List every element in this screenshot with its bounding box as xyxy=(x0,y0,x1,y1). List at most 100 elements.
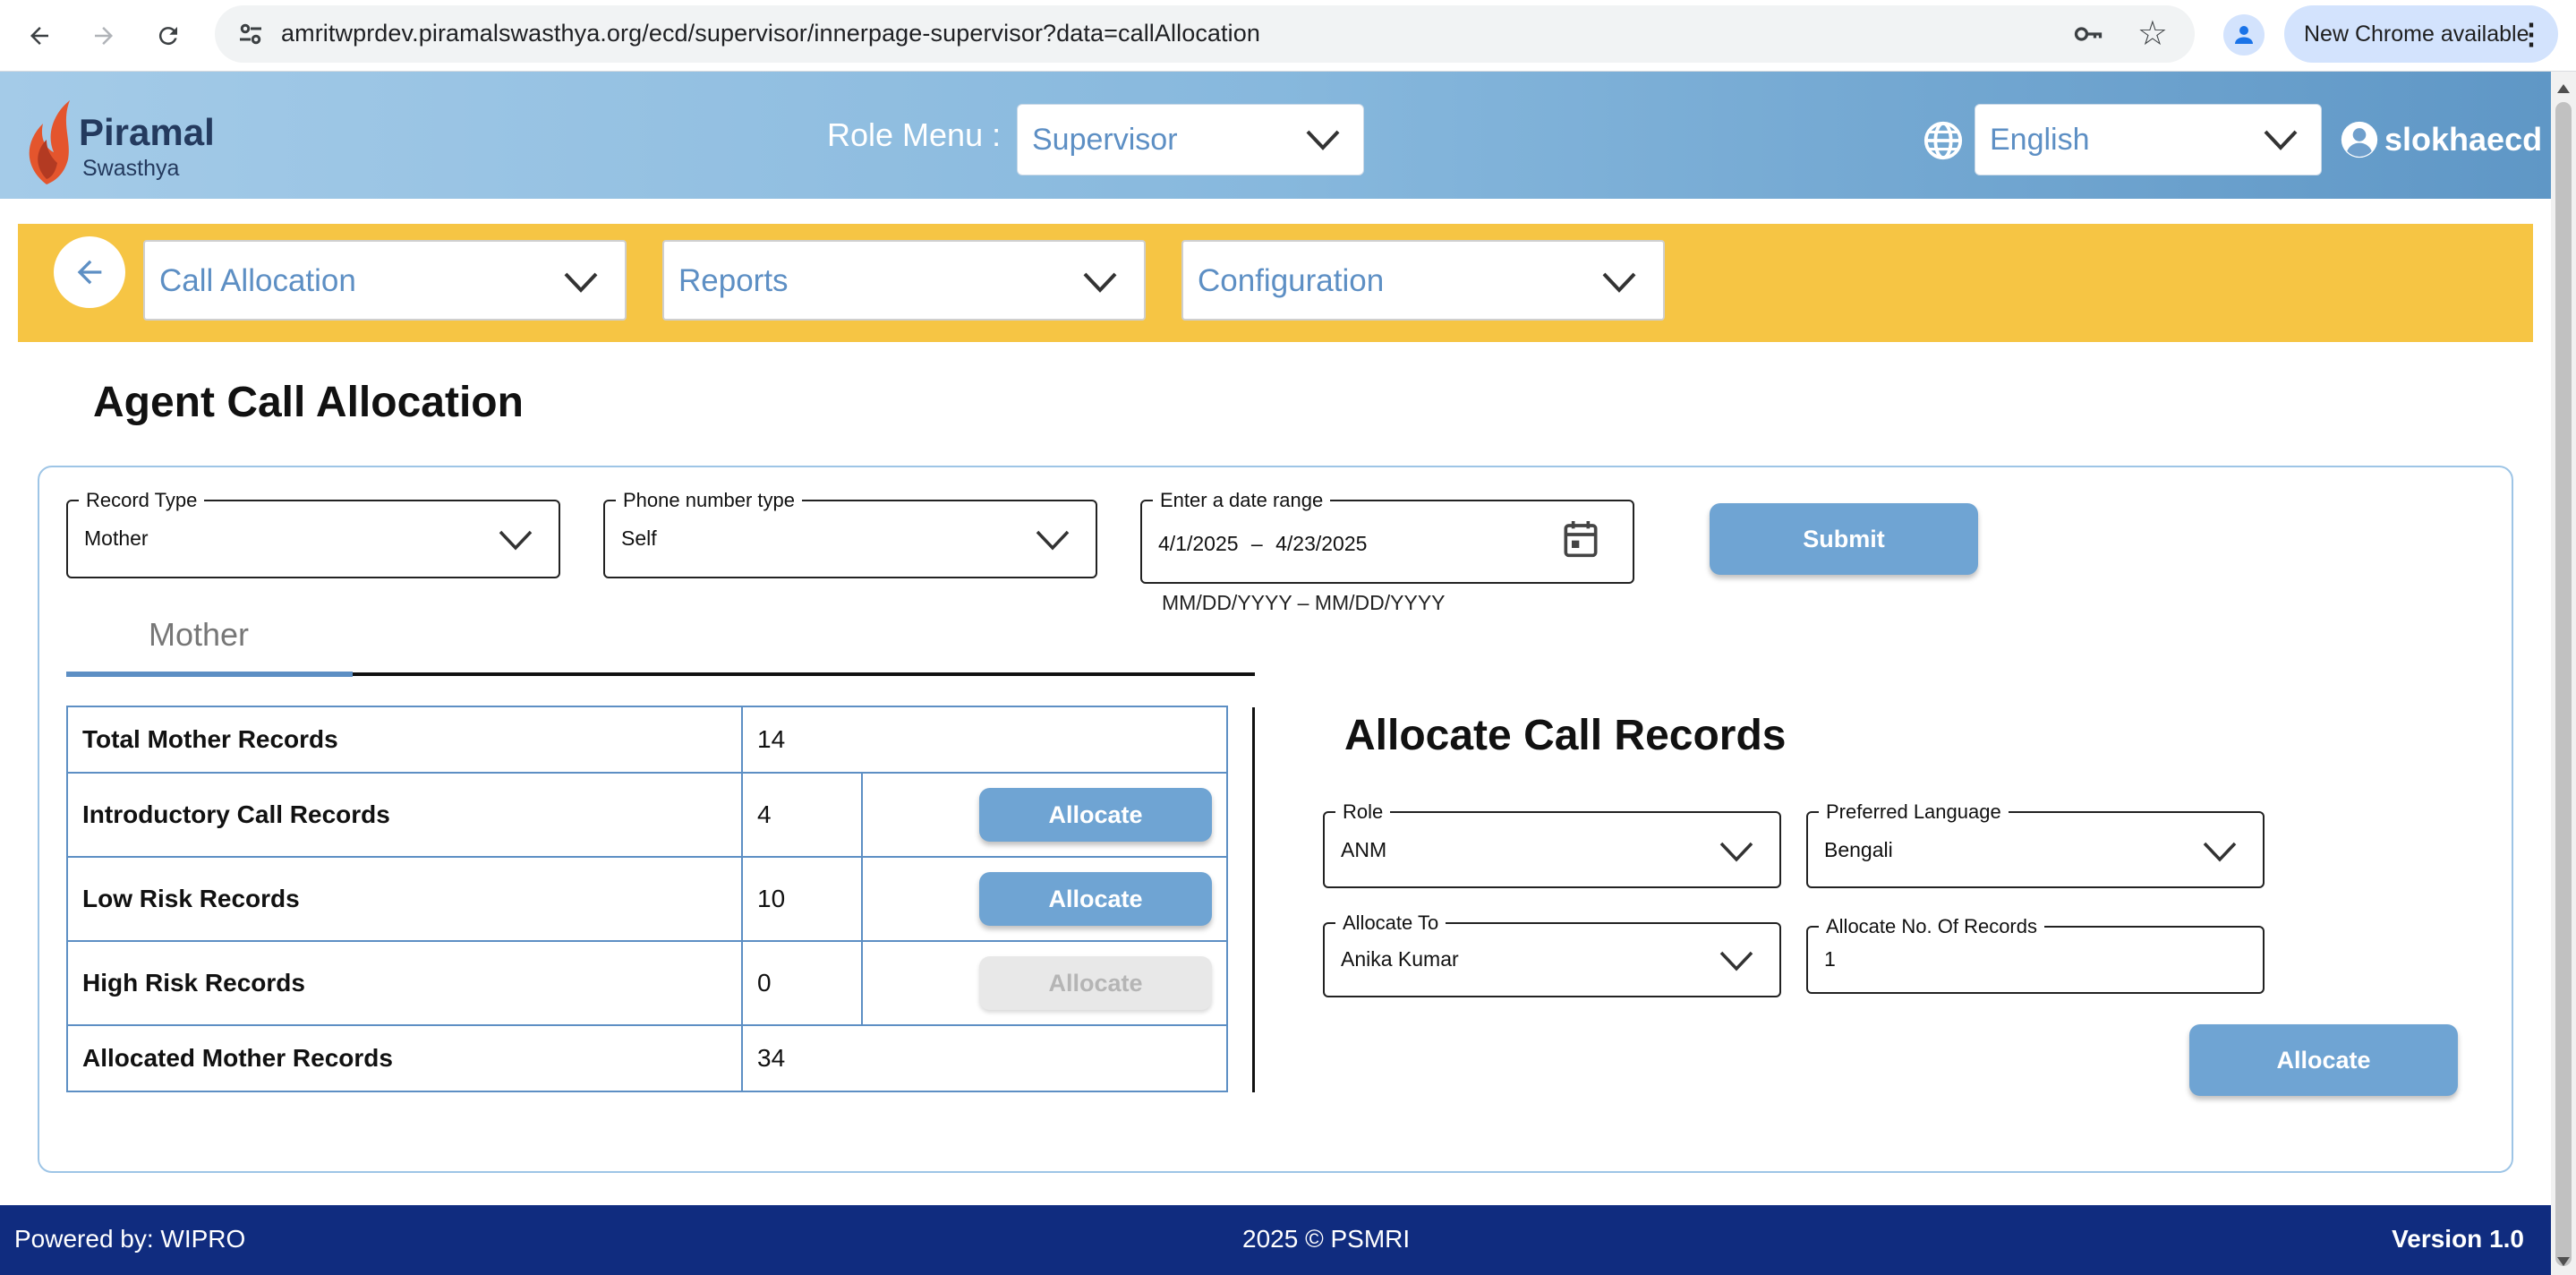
allocate-count-value: 1 xyxy=(1824,947,1836,971)
footer-version: Version 1.0 xyxy=(2392,1225,2524,1253)
configuration-menu[interactable]: Configuration xyxy=(1181,240,1665,321)
role-select-value: Supervisor xyxy=(1032,123,1178,157)
username: slokhaecd xyxy=(2384,121,2543,158)
forward-arrow-icon[interactable] xyxy=(84,16,124,56)
page-title: Agent Call Allocation xyxy=(93,379,524,426)
module-menu-bar: Call Allocation Reports Configuration xyxy=(18,224,2533,342)
allocate-count-input[interactable]: Allocate No. Of Records 1 xyxy=(1806,915,2265,994)
row-value: 10 xyxy=(741,856,863,942)
chevron-down-icon xyxy=(1719,951,1753,971)
menu-label: Reports xyxy=(678,263,789,298)
allocate-to-value: Anika Kumar xyxy=(1341,947,1459,971)
allocate-submit-button[interactable]: Allocate xyxy=(2189,1024,2458,1096)
piramal-logo: Piramal Swasthya xyxy=(20,93,217,192)
url-text: amritwprdev.piramalswasthya.org/ecd/supe… xyxy=(281,20,1260,47)
tab-mother-label: Mother xyxy=(149,616,250,653)
tab-divider xyxy=(353,672,1255,676)
chevron-down-icon xyxy=(1719,842,1753,862)
chevron-down-icon xyxy=(2264,130,2298,150)
back-arrow-icon[interactable] xyxy=(20,16,59,56)
table-row: High Risk Records 0 Allocate xyxy=(66,940,1228,1026)
brand-name: Piramal xyxy=(79,111,215,153)
role-menu-label: Role Menu : xyxy=(827,116,1002,153)
menu-label: Configuration xyxy=(1198,263,1385,298)
date-end: 4/23/2025 xyxy=(1275,532,1368,555)
chrome-update-button[interactable]: New Chrome available ⋮ xyxy=(2284,5,2558,63)
allocate-introductory-button[interactable]: Allocate xyxy=(979,788,1212,842)
vertical-divider xyxy=(1252,707,1255,1092)
allocate-to-label: Allocate To xyxy=(1335,911,1446,935)
row-action-cell: Allocate xyxy=(861,940,1228,1026)
preferred-language-label: Preferred Language xyxy=(1819,800,2009,824)
address-bar[interactable]: amritwprdev.piramalswasthya.org/ecd/supe… xyxy=(215,5,2195,63)
record-type-select[interactable]: Record Type Mother xyxy=(66,489,560,578)
allocate-high-risk-button[interactable]: Allocate xyxy=(979,956,1212,1010)
page-scrollbar[interactable] xyxy=(2551,72,2576,1275)
table-row: Allocated Mother Records 34 xyxy=(66,1024,1228,1092)
more-menu-icon[interactable]: ⋮ xyxy=(2517,16,2546,52)
call-allocation-menu[interactable]: Call Allocation xyxy=(143,240,627,321)
back-button[interactable] xyxy=(54,236,125,308)
bookmark-star-icon[interactable]: ☆ xyxy=(2137,14,2168,54)
password-key-icon[interactable] xyxy=(2071,18,2105,50)
flame-logo-icon xyxy=(29,100,70,184)
row-label: Total Mother Records xyxy=(66,706,743,774)
date-range-field[interactable]: Enter a date range 4/1/2025 – 4/23/2025 xyxy=(1140,489,1634,584)
submit-button[interactable]: Submit xyxy=(1710,503,1978,575)
row-action-cell: Allocate xyxy=(861,856,1228,942)
browser-toolbar: amritwprdev.piramalswasthya.org/ecd/supe… xyxy=(0,0,2576,72)
row-label: Introductory Call Records xyxy=(66,772,743,858)
table-row: Introductory Call Records 4 Allocate xyxy=(66,772,1228,858)
row-value: 14 xyxy=(741,706,1228,774)
tab-mother[interactable]: Mother xyxy=(66,609,353,677)
row-value: 4 xyxy=(741,772,863,858)
row-action-cell: Allocate xyxy=(861,772,1228,858)
scroll-up-arrow-icon[interactable] xyxy=(2557,84,2570,93)
role-label: Role xyxy=(1335,800,1391,824)
allocate-section-title: Allocate Call Records xyxy=(1344,712,1787,759)
chevron-down-icon xyxy=(1306,130,1340,150)
chevron-down-icon xyxy=(2203,842,2237,862)
role-select[interactable]: Supervisor xyxy=(1017,104,1364,175)
row-label: Allocated Mother Records xyxy=(66,1024,743,1092)
row-value: 0 xyxy=(741,940,863,1026)
chevron-down-icon xyxy=(1036,530,1070,551)
user-account-icon xyxy=(2341,121,2378,158)
chevron-down-icon xyxy=(564,272,598,293)
preferred-language-select[interactable]: Preferred Language Bengali xyxy=(1806,800,2265,888)
date-range-value: 4/1/2025 – 4/23/2025 xyxy=(1158,532,1367,556)
arrow-left-icon xyxy=(77,260,102,285)
date-start: 4/1/2025 xyxy=(1158,532,1239,555)
scrollbar-thumb[interactable] xyxy=(2555,102,2572,1266)
chevron-down-icon xyxy=(499,530,533,551)
phone-number-type-label: Phone number type xyxy=(616,489,803,512)
calendar-icon[interactable] xyxy=(1563,519,1599,559)
date-range-label: Enter a date range xyxy=(1153,489,1331,512)
row-label: Low Risk Records xyxy=(66,856,743,942)
record-type-label: Record Type xyxy=(79,489,205,512)
record-type-value: Mother xyxy=(84,526,149,550)
allocate-count-label: Allocate No. Of Records xyxy=(1819,915,2044,938)
row-value: 34 xyxy=(741,1024,1228,1092)
phone-number-type-select[interactable]: Phone number type Self xyxy=(603,489,1097,578)
allocate-to-select[interactable]: Allocate To Anika Kumar xyxy=(1323,911,1781,997)
row-label: High Risk Records xyxy=(66,940,743,1026)
brand-subtitle: Swasthya xyxy=(82,156,180,181)
site-settings-icon[interactable] xyxy=(235,18,267,50)
table-row: Total Mother Records 14 xyxy=(66,706,1228,774)
date-format-hint: MM/DD/YYYY – MM/DD/YYYY xyxy=(1162,591,1446,614)
role-value: ANM xyxy=(1341,838,1387,861)
app-header: Piramal Swasthya Role Menu : Supervisor … xyxy=(0,72,2551,202)
footer-powered-by: Powered by: WIPRO xyxy=(14,1225,246,1253)
role-allocation-select[interactable]: Role ANM xyxy=(1323,800,1781,888)
allocate-low-risk-button[interactable]: Allocate xyxy=(979,872,1212,926)
user-menu[interactable]: slokhaecd xyxy=(2340,120,2542,159)
profile-avatar-icon[interactable] xyxy=(2223,14,2265,56)
language-select[interactable]: English xyxy=(1975,104,2322,175)
scroll-down-arrow-icon[interactable] xyxy=(2557,1257,2570,1266)
chrome-update-label: New Chrome available xyxy=(2304,21,2529,47)
mother-records-table: Total Mother Records 14 Introductory Cal… xyxy=(66,706,1228,1092)
reload-icon[interactable] xyxy=(149,16,188,56)
preferred-language-value: Bengali xyxy=(1824,838,1893,861)
reports-menu[interactable]: Reports xyxy=(662,240,1146,321)
